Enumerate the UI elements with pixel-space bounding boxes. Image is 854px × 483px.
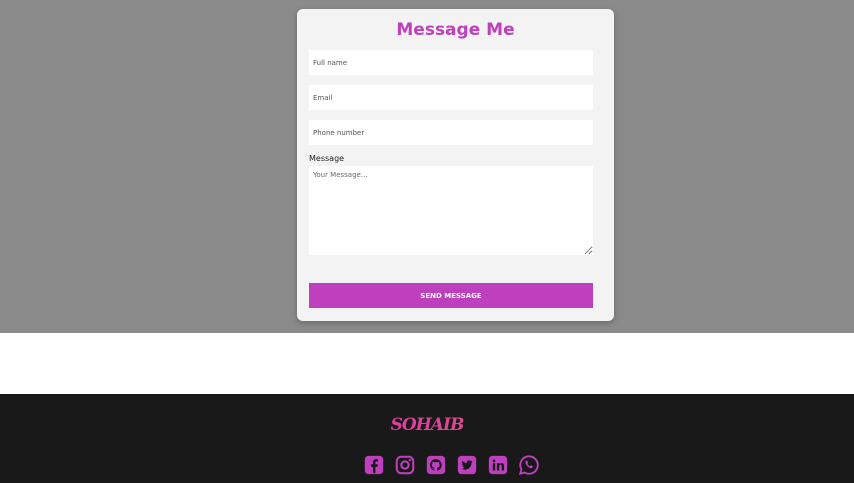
- message-label: Message: [309, 154, 345, 163]
- contact-form-card: Message Me Message SEND MESSAGE: [297, 9, 614, 321]
- twitter-icon[interactable]: [456, 454, 478, 476]
- message-textarea[interactable]: [309, 166, 593, 255]
- brand-logo[interactable]: SOHAIB: [0, 415, 854, 435]
- github-icon[interactable]: [425, 454, 447, 476]
- full-name-input[interactable]: [309, 50, 593, 75]
- footer: SOHAIB: [0, 394, 854, 483]
- phone-input[interactable]: [309, 120, 593, 145]
- send-message-button[interactable]: SEND MESSAGE: [309, 283, 593, 308]
- form-title: Message Me: [396, 20, 515, 40]
- facebook-icon[interactable]: [363, 454, 385, 476]
- email-input[interactable]: [309, 85, 593, 110]
- whatsapp-icon[interactable]: [518, 454, 540, 476]
- social-links: [363, 454, 540, 478]
- instagram-icon[interactable]: [394, 454, 416, 476]
- linkedin-icon[interactable]: [487, 454, 509, 476]
